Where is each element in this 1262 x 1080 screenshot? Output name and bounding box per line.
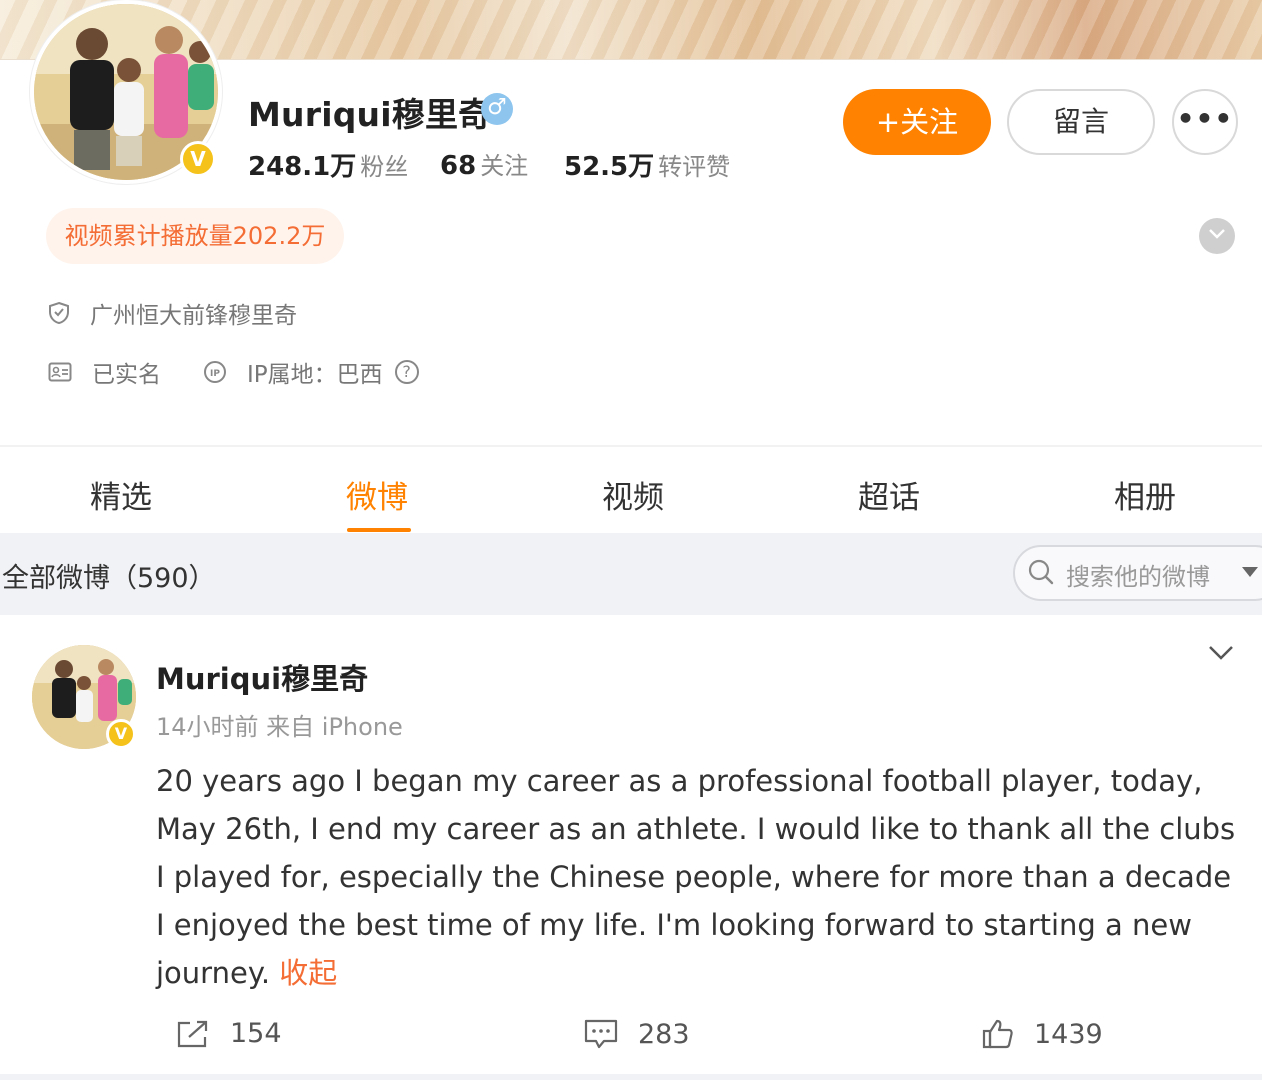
repost-icon	[177, 1020, 208, 1047]
video-play-count-badge[interactable]: 视频累计播放量202.2万	[46, 208, 344, 264]
stat-following-label: 关注	[480, 152, 529, 180]
all-posts-count[interactable]: 全部微博（590）	[2, 556, 216, 595]
comment-count: 283	[638, 1018, 690, 1050]
like-count: 1439	[1034, 1018, 1103, 1050]
verify-info-row: 广州恒大前锋穆里奇	[48, 296, 297, 330]
search-dropdown-caret-icon[interactable]	[1242, 567, 1258, 577]
ip-location-text: IP属地：巴西	[247, 362, 383, 388]
like-icon	[982, 1019, 1013, 1049]
post-text-container: 20 years ago I began my career as a prof…	[156, 757, 1241, 997]
profile-name: Muriqui穆里奇	[248, 95, 492, 134]
repost-button[interactable]: 154	[176, 1018, 282, 1049]
tab-video[interactable]: 视频	[602, 472, 664, 517]
gender-male-icon: ♂	[481, 93, 513, 125]
svg-text:IP: IP	[210, 369, 220, 379]
stat-following-count: 68	[440, 151, 477, 181]
comment-icon	[584, 1019, 618, 1049]
post-bottom-divider	[0, 1074, 1262, 1080]
chevron-down-icon[interactable]	[1208, 645, 1234, 661]
more-options-button[interactable]: •••	[1172, 89, 1238, 155]
repost-count: 154	[230, 1018, 282, 1049]
verified-badge-icon: V	[180, 141, 216, 177]
verify-text: 广州恒大前锋穆里奇	[90, 303, 297, 329]
search-placeholder: 搜索他的微博	[1066, 563, 1210, 591]
ip-icon: IP	[204, 361, 226, 383]
shield-icon	[49, 301, 69, 325]
stat-interactions-label: 转评赞	[658, 153, 731, 181]
tab-featured[interactable]: 精选	[90, 472, 152, 517]
active-tab-indicator	[347, 528, 411, 532]
ip-location-row: IP IP属地：巴西 ?	[203, 355, 419, 389]
message-button[interactable]: 留言	[1007, 89, 1155, 155]
stat-followers-count: 248.1万	[248, 152, 357, 182]
stat-followers-label: 粉丝	[360, 153, 409, 181]
like-button[interactable]: 1439	[982, 1018, 1103, 1050]
comment-button[interactable]: 283	[584, 1018, 690, 1050]
id-card-icon	[48, 362, 72, 382]
follow-button[interactable]: +关注	[843, 89, 991, 155]
tab-weibo[interactable]: 微博	[346, 472, 408, 517]
collapse-link[interactable]: 收起	[279, 956, 337, 990]
stat-interactions[interactable]: 52.5万 转评赞	[564, 146, 730, 183]
help-icon[interactable]: ?	[394, 360, 419, 384]
stat-following[interactable]: 68 关注	[440, 146, 528, 181]
post-author-name[interactable]: Muriqui穆里奇	[156, 656, 368, 698]
tab-super-topic[interactable]: 超话	[858, 472, 920, 517]
stat-interactions-count: 52.5万	[564, 152, 655, 182]
tab-album[interactable]: 相册	[1114, 472, 1176, 517]
search-icon	[1028, 559, 1054, 585]
real-name-text: 已实名	[92, 362, 161, 388]
stat-followers[interactable]: 248.1万 粉丝	[248, 146, 408, 183]
post-meta: 14小时前 来自 iPhone	[156, 713, 403, 741]
chevron-down-icon	[1209, 229, 1225, 239]
post-verified-badge-icon: V	[106, 719, 136, 749]
real-name-row: 已实名	[48, 355, 161, 389]
expand-profile-button[interactable]	[1199, 218, 1235, 254]
section-divider	[0, 445, 1262, 447]
